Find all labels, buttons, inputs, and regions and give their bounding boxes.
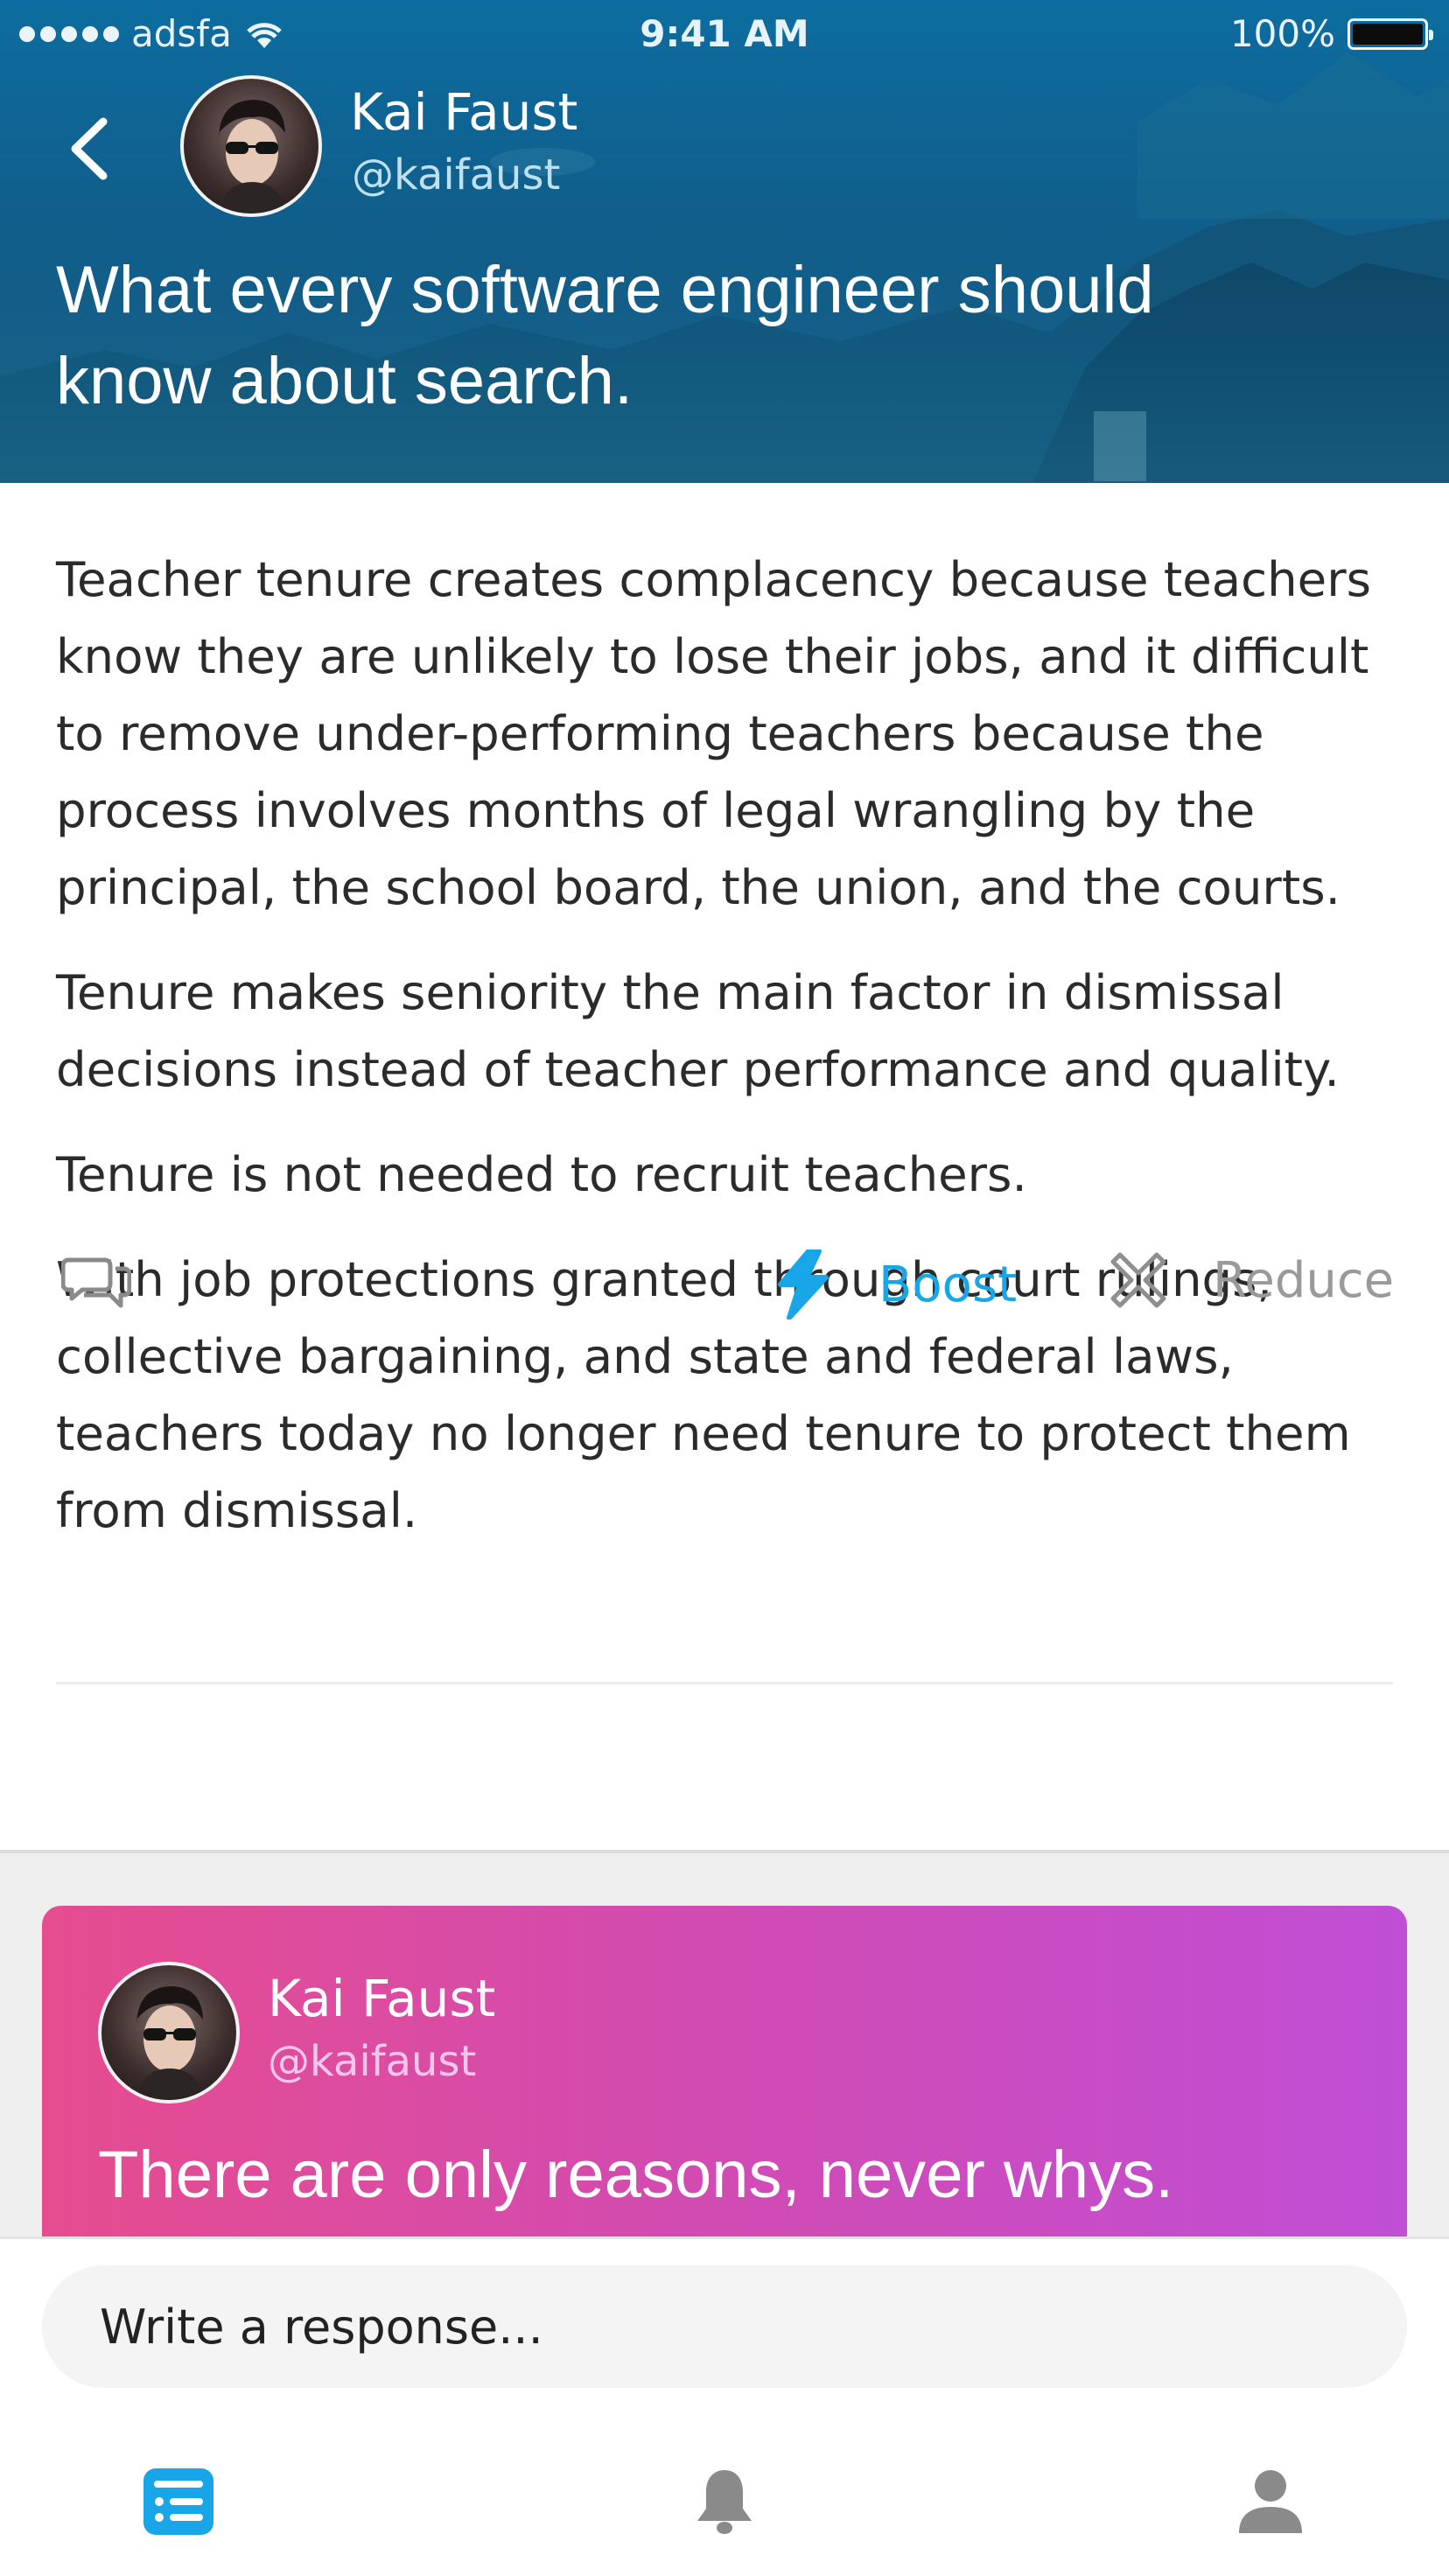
status-bar: adsfa 9:41 AM 100% [0, 0, 1449, 70]
post-paragraph: Tenure is not needed to recruit teachers… [56, 1146, 1027, 1202]
post-body: Teacher tenure creates complacency becau… [0, 483, 1449, 1852]
reduce-x-icon [1110, 1252, 1166, 1308]
post-header: adsfa 9:41 AM 100% Kai Faust @kaifaust W… [0, 0, 1449, 483]
tab-notifications[interactable] [672, 2458, 777, 2545]
bottom-bar [0, 2236, 1449, 2576]
post-content: Teacher tenure creates complacency becau… [56, 541, 1404, 1577]
author-avatar[interactable] [180, 75, 322, 217]
boost-label: Boost [878, 1256, 1018, 1313]
next-post-card[interactable]: Kai Faust @kaifaust There are only reaso… [42, 1906, 1407, 2273]
battery-icon [1348, 18, 1433, 50]
post-title-line-1: What every software engineer should [56, 253, 1154, 327]
tab-feed[interactable] [126, 2458, 231, 2545]
avatar-portrait [219, 100, 287, 214]
feed-icon [144, 2468, 214, 2535]
author-handle[interactable]: @kaifaust [352, 150, 560, 200]
author-name[interactable]: Kai Faust [350, 82, 578, 142]
tab-profile[interactable] [1218, 2458, 1323, 2545]
lightning-icon [778, 1250, 829, 1320]
card-author-name[interactable]: Kai Faust [268, 1969, 495, 2028]
profile-icon [1239, 2470, 1302, 2533]
card-title[interactable]: There are only reasons, never whys. [98, 2137, 1173, 2213]
actions-divider [56, 1682, 1393, 1684]
reduce-label: Reduce [1213, 1251, 1395, 1309]
article-shadow [0, 1850, 1449, 1853]
back-chevron-icon[interactable] [61, 109, 114, 188]
boost-button[interactable]: Boost [774, 1250, 1017, 1320]
card-author-avatar[interactable] [98, 1962, 240, 2104]
card-author-handle[interactable]: @kaifaust [268, 2037, 476, 2086]
post-title: What every software engineer should know… [56, 245, 1368, 427]
avatar-portrait [136, 1986, 205, 2100]
comments-icon[interactable] [61, 1253, 131, 1316]
battery-percent: 100% [1229, 12, 1335, 55]
response-input[interactable] [42, 2265, 1407, 2388]
reduce-button[interactable]: Reduce [1108, 1250, 1394, 1311]
post-paragraph: Tenure makes seniority the main factor i… [56, 964, 1340, 1097]
battery-group: 100% [1229, 12, 1433, 55]
post-paragraph: Teacher tenure creates complacency becau… [56, 551, 1372, 915]
bell-icon [697, 2470, 752, 2534]
post-title-line-2: know about search. [56, 344, 634, 418]
